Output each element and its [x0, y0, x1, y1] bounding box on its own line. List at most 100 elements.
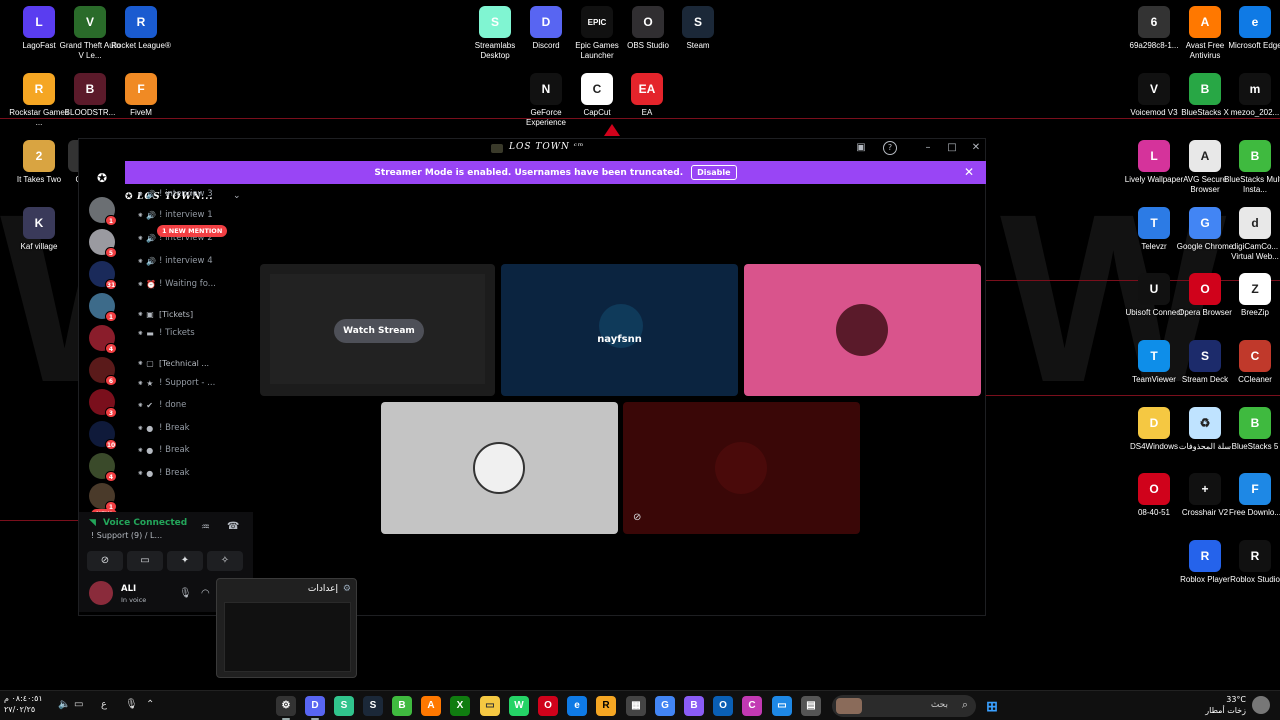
desktop-icon[interactable]: K Kaf village	[13, 207, 65, 252]
server-icon[interactable]: 10	[89, 421, 117, 450]
channel-category[interactable]: ⁕ ▣ [Tickets]	[137, 307, 251, 321]
camera-off-button[interactable]: ⊘	[87, 551, 123, 571]
server-icon[interactable]: 4	[89, 325, 117, 354]
noise-suppression-icon[interactable]: ♒	[201, 522, 210, 533]
discord-taskbar-icon[interactable]: D	[305, 696, 325, 720]
settings-taskbar-icon[interactable]: ⚙	[276, 696, 296, 720]
network-icon[interactable]: ▭	[74, 699, 83, 710]
desktop-icon[interactable]: B BLOODSTR...	[64, 73, 116, 118]
participant-tile[interactable]	[381, 402, 618, 534]
app-taskbar-icon[interactable]: ▤	[801, 696, 821, 716]
store-taskbar-icon[interactable]: ▦	[626, 696, 646, 716]
desktop-icon[interactable]: B BlueStacks Multi-Insta...	[1224, 140, 1280, 195]
clock[interactable]: ٠٨:٤٠:٥١ م ٢٧/٠٢/٢٥	[4, 693, 43, 715]
desktop-icon[interactable]: F Free Downlo...	[1229, 473, 1280, 518]
disable-button[interactable]: Disable	[691, 165, 737, 180]
inbox-icon[interactable]: ▣	[854, 141, 868, 155]
server-icon[interactable]: 1	[89, 293, 117, 322]
server-icon[interactable]: 5	[89, 229, 117, 258]
volume-icon[interactable]: 🔈	[58, 699, 70, 710]
desktop-icon[interactable]: T TeamViewer	[1128, 340, 1180, 385]
desktop-icon[interactable]: EPIC Epic Games Launcher	[571, 6, 623, 61]
chrome-taskbar-icon[interactable]: G	[655, 696, 675, 716]
channel-item[interactable]: ⁕ ▬ ! Tickets	[137, 326, 251, 340]
outlook-taskbar-icon[interactable]: O	[713, 696, 733, 716]
whatsapp-taskbar-icon[interactable]: W	[509, 696, 529, 716]
avatar[interactable]	[89, 581, 113, 605]
minimize-button[interactable]: –	[921, 141, 935, 155]
desktop-icon[interactable]: R Rockstar Games ...	[9, 73, 69, 128]
app-taskbar-icon[interactable]: ▭	[772, 696, 792, 716]
desktop-icon[interactable]: N GeForce Experience	[520, 73, 572, 128]
channel-item[interactable]: ⁕ ✔ ! done	[137, 398, 251, 412]
headphones-icon[interactable]: ◠	[201, 588, 210, 599]
server-icon[interactable]: 1	[89, 483, 117, 512]
close-button[interactable]: ✕	[969, 141, 983, 155]
desktop-icon[interactable]: L Lively Wallpaper	[1125, 140, 1183, 185]
avast-taskbar-icon[interactable]: A	[421, 696, 441, 716]
chevron-up-icon[interactable]: ⌃	[146, 699, 154, 710]
banner-close-icon[interactable]: ✕	[964, 165, 974, 179]
channel-item[interactable]: ⁕ 🔊! interview 3	[137, 187, 251, 201]
channel-item[interactable]: ⁕ ● ! Break	[137, 443, 251, 457]
maximize-button[interactable]: □	[945, 141, 959, 155]
channel-item[interactable]: ⁕ 🔊! interview 4	[137, 254, 251, 268]
desktop-icon[interactable]: B BlueStacks 5	[1229, 407, 1280, 452]
server-icon[interactable]: 4	[89, 453, 117, 482]
desktop-icon[interactable]: O 08-40-51	[1128, 473, 1180, 518]
desktop-icon[interactable]: d digiCamCo... Virtual Web...	[1229, 207, 1280, 262]
desktop-icon[interactable]: A Avast Free Antivirus	[1179, 6, 1231, 61]
channel-item[interactable]: ⁕ ★ ! Support - ...	[137, 376, 251, 390]
channel-item[interactable]: ⁕ ⏰! Waiting fo...	[137, 277, 251, 291]
watch-stream-button[interactable]: Watch Stream	[334, 319, 424, 343]
mention-badge[interactable]: 1 NEW MENTION	[157, 225, 228, 237]
channel-item[interactable]: ⁕ ● ! Break	[137, 466, 251, 480]
channel-item[interactable]: ⁕ 🔊! interview 1	[137, 208, 251, 222]
channel-item[interactable]: ⁕ ● ! Break	[137, 421, 251, 435]
desktop-icon[interactable]: EA EA	[621, 73, 673, 118]
desktop-icon[interactable]: F FiveM	[115, 73, 167, 118]
copilot-taskbar-icon[interactable]: C	[742, 696, 762, 716]
desktop-icon[interactable]: L LagoFast	[13, 6, 65, 51]
weather-widget[interactable]: 33°C زخات أمطار	[1205, 694, 1246, 716]
desktop-icon[interactable]: S Streamlabs Desktop	[469, 6, 521, 61]
microphone-icon[interactable]: 🎙	[179, 588, 192, 599]
home-icon[interactable]: ✪	[89, 165, 115, 191]
streamlabs-taskbar-icon[interactable]: S	[334, 696, 354, 716]
voice-status[interactable]: Voice Connected	[103, 518, 187, 528]
desktop-icon[interactable]: m mezoo_202...	[1229, 73, 1280, 118]
activities-button[interactable]: ✦	[167, 551, 203, 571]
taskbar-preview[interactable]: إعدادات ⚙	[216, 578, 357, 678]
preview-thumbnail[interactable]	[224, 602, 351, 672]
xbox-taskbar-icon[interactable]: X	[450, 696, 470, 716]
language-indicator[interactable]: ع	[101, 699, 107, 710]
desktop-icon[interactable]: T Televzr	[1128, 207, 1180, 252]
bluestacks-taskbar-icon[interactable]: B	[392, 696, 412, 716]
desktop-icon[interactable]: R Roblox Studio	[1229, 540, 1280, 585]
edge-taskbar-icon[interactable]: e	[567, 696, 587, 716]
desktop-icon[interactable]: C CCleaner	[1229, 340, 1280, 385]
file-explorer-taskbar-icon[interactable]: ▭	[480, 696, 500, 716]
opera-taskbar-icon[interactable]: O	[538, 696, 558, 716]
desktop-icon[interactable]: D DS4Windows	[1128, 407, 1180, 452]
desktop-icon[interactable]: S Steam	[672, 6, 724, 51]
rockstar-taskbar-icon[interactable]: R	[596, 696, 616, 716]
steam-taskbar-icon[interactable]: S	[363, 696, 383, 716]
search-box[interactable]: بحث ⌕	[832, 695, 976, 717]
server-icon[interactable]: 6	[89, 357, 117, 386]
server-icon[interactable]: 1	[89, 197, 117, 226]
start-button[interactable]: ⊞	[982, 696, 1002, 716]
server-icon[interactable]: 31	[89, 261, 117, 290]
microphone-icon[interactable]: 🎙	[125, 699, 138, 710]
desktop-icon[interactable]: R Rocket League®	[111, 6, 171, 51]
participant-tile[interactable]	[744, 264, 981, 396]
desktop-icon[interactable]: V Grand Theft Auto V Le...	[60, 6, 120, 61]
help-icon[interactable]: ?	[883, 141, 897, 155]
desktop-icon[interactable]: U Ubisoft Connect	[1126, 273, 1182, 318]
desktop-icon[interactable]: V Voicemod V3	[1128, 73, 1180, 118]
disconnect-icon[interactable]: ☎	[227, 521, 239, 532]
channel-category[interactable]: ⁕ ▢ [Technical ...	[137, 356, 251, 370]
desktop-icon[interactable]: 6 69a298c8-1...	[1128, 6, 1180, 51]
participant-tile[interactable]: nayfsnn	[501, 264, 738, 396]
participant-tile[interactable]: ⊘	[623, 402, 860, 534]
